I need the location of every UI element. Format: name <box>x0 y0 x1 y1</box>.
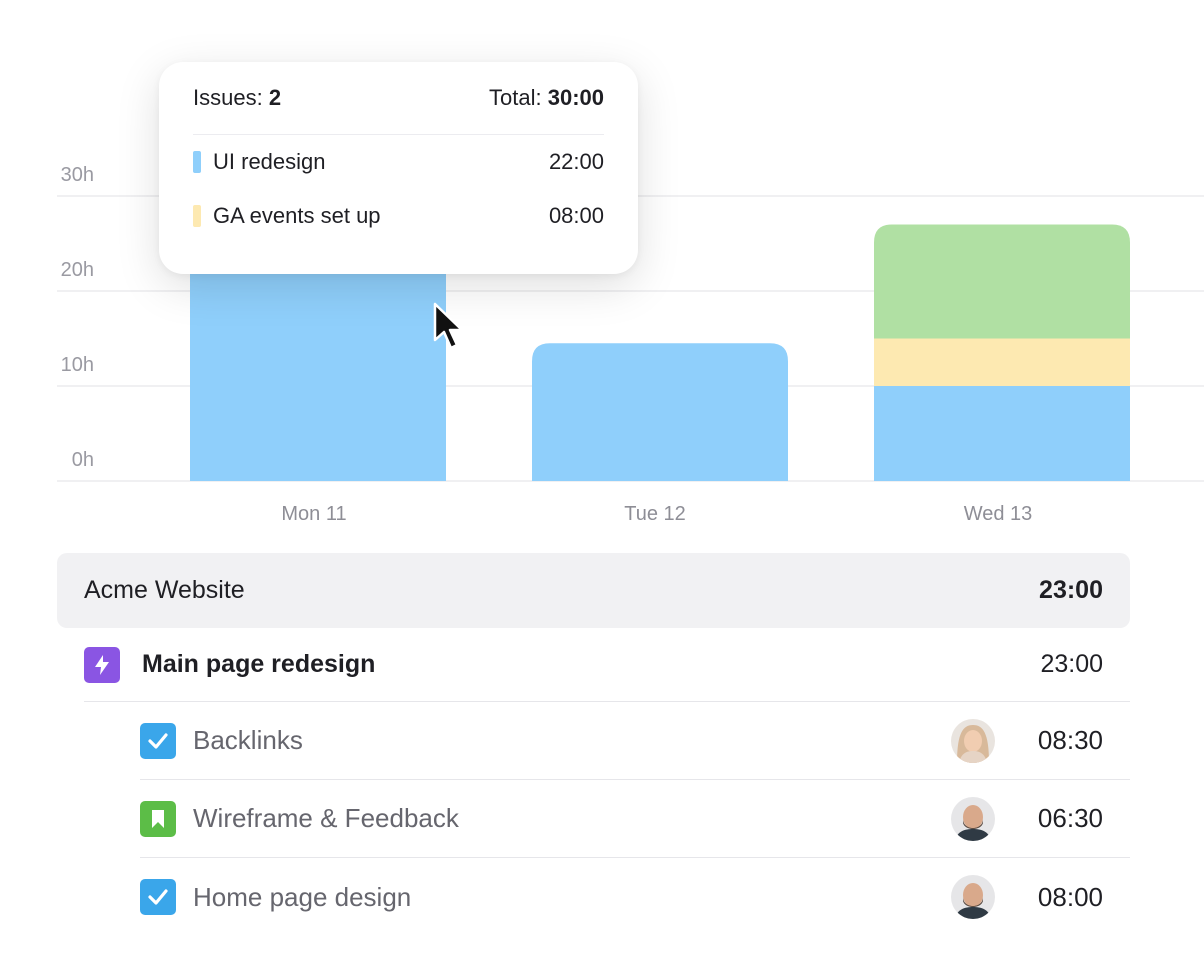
project-name: Acme Website <box>84 576 245 604</box>
subtask-name: Wireframe & Feedback <box>193 803 459 833</box>
x-tick-label: Tue 12 <box>624 503 686 525</box>
bar-segment <box>874 224 1130 339</box>
x-tick-label: Mon 11 <box>281 503 346 525</box>
y-tick-label: 30h <box>61 164 94 186</box>
total-value: 30:00 <box>547 85 604 110</box>
ui-redesign-swatch <box>193 151 201 173</box>
task-time: 23:00 <box>1040 650 1103 678</box>
tooltip-row-value: 08:00 <box>548 203 604 228</box>
subtask-time: 06:30 <box>1037 803 1103 833</box>
bar-segment <box>190 272 446 481</box>
subtask-row[interactable]: Home page design 08:00 <box>140 858 1130 936</box>
subtask-time: 08:00 <box>1037 881 1103 912</box>
y-tick-label: 20h <box>61 259 94 281</box>
mouse-cursor-icon <box>433 302 464 350</box>
subtask-time: 08:30 <box>1037 725 1103 755</box>
subtask-name: Backlinks <box>193 725 303 755</box>
checkbox-icon[interactable] <box>140 722 176 759</box>
y-tick-label: 10h <box>61 354 94 376</box>
tooltip-header: Issues: 2 Total: 30:00 <box>193 62 604 135</box>
male-avatar <box>951 796 995 841</box>
task-name: Main page redesign <box>142 650 376 678</box>
task-row[interactable]: Main page redesign 23:00 <box>84 628 1130 702</box>
tooltip-row-ui-redesign: UI redesign 22:00 <box>193 135 604 189</box>
tooltip-row-label: UI redesign <box>213 149 326 174</box>
checkbox-icon[interactable] <box>140 879 176 915</box>
project-time: 23:00 <box>1039 576 1103 604</box>
tooltip-row-value: 22:00 <box>548 149 604 174</box>
total-summary: Total: 30:00 <box>489 85 604 110</box>
bar-segment <box>874 386 1130 481</box>
tooltip-row-ga-events: GA events set up 08:00 <box>193 189 604 243</box>
chart-tooltip: Issues: 2 Total: 30:00 UI redesign 22:00… <box>159 62 638 274</box>
male-avatar <box>951 875 995 919</box>
ga-events-swatch <box>193 205 201 227</box>
tooltip-row-label: GA events set up <box>213 203 381 228</box>
lightning-icon <box>84 646 120 683</box>
subtask-row[interactable]: Wireframe & Feedback 06:30 <box>140 780 1130 858</box>
subtask-name: Home page design <box>193 881 412 912</box>
bar-segment <box>532 343 788 481</box>
subtask-row[interactable]: Backlinks 08:30 <box>140 702 1130 780</box>
project-row[interactable]: Acme Website 23:00 <box>57 553 1130 628</box>
y-tick-label: 0h <box>72 449 94 471</box>
x-tick-label: Wed 13 <box>964 503 1033 525</box>
bookmark-icon[interactable] <box>140 800 176 837</box>
issues-count: 2 <box>268 85 282 110</box>
bar-segment <box>874 338 1130 386</box>
issues-summary: Issues: 2 <box>193 85 282 110</box>
female-avatar <box>951 718 995 763</box>
